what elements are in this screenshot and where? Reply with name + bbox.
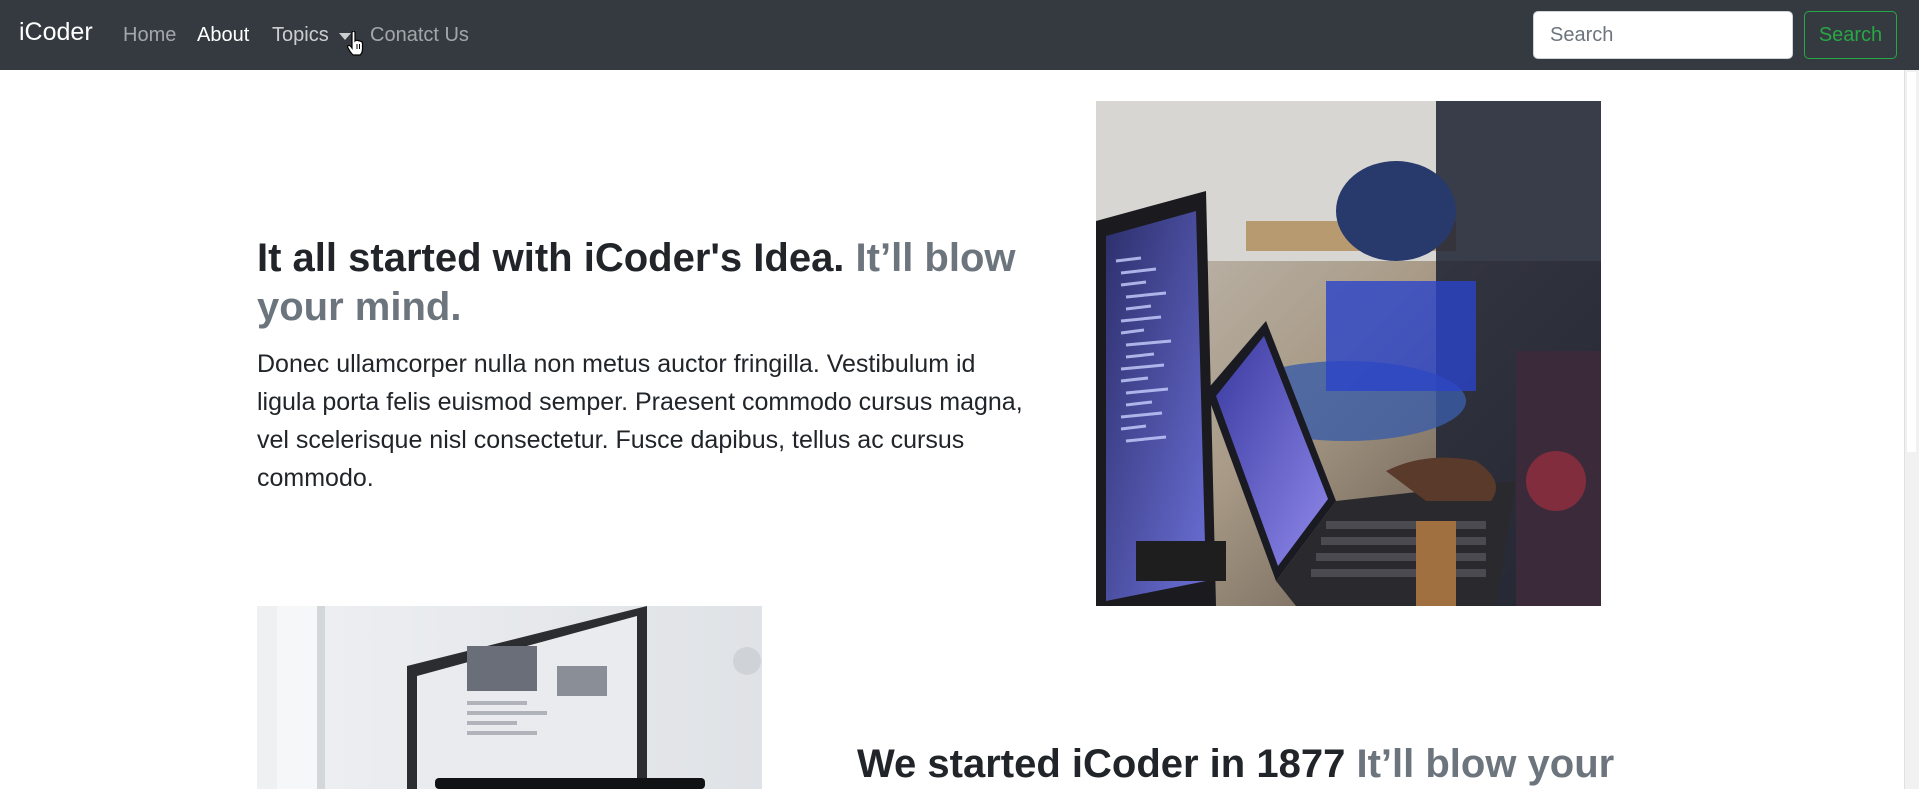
featurette-heading-text: It all started with iCoder's Idea. <box>257 236 845 280</box>
search-input[interactable] <box>1533 11 1793 59</box>
featurette-heading: It all started with iCoder's Idea. It’ll… <box>257 234 1027 332</box>
nav-link-about[interactable]: About <box>197 24 249 47</box>
scrollbar-thumb[interactable] <box>1907 72 1916 452</box>
navbar: iCoder Home About Topics Conatct Us Sear… <box>0 0 1919 70</box>
nav-link-home[interactable]: Home <box>123 24 176 47</box>
featurette-heading-2: We started iCoder in 1877 It’ll blow you… <box>857 740 1657 789</box>
featurette-heading-text-2: We started iCoder in 1877 <box>857 742 1346 786</box>
featurette-image-laptop-desk <box>257 606 762 789</box>
search-button[interactable]: Search <box>1804 11 1897 59</box>
nav-link-contact[interactable]: Conatct Us <box>370 24 469 47</box>
nav-dropdown-topics[interactable]: Topics <box>272 24 329 47</box>
featurette-heading-muted-2: It’ll blow your <box>1356 742 1615 786</box>
brand-logo[interactable]: iCoder <box>19 18 93 47</box>
featurette-image-coding-office <box>1096 101 1601 606</box>
hand-pointer-icon <box>347 31 364 56</box>
featurette-lead: Donec ullamcorper nulla non metus auctor… <box>257 350 1023 492</box>
